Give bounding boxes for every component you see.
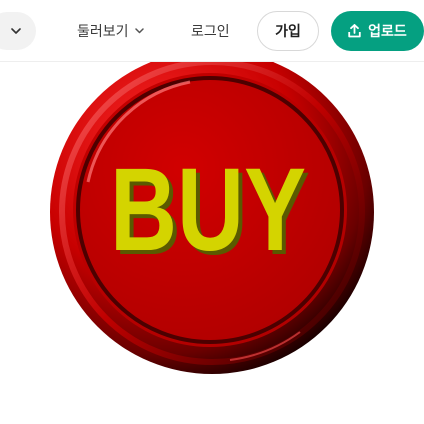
join-button[interactable]: 가입 bbox=[257, 11, 319, 51]
login-link[interactable]: 로그인 bbox=[191, 20, 230, 42]
login-label: 로그인 bbox=[191, 24, 230, 40]
upload-icon bbox=[348, 24, 361, 38]
upload-label: 업로드 bbox=[368, 24, 407, 40]
explore-label: 둘러보기 bbox=[77, 24, 129, 40]
explore-menu[interactable]: 둘러보기 bbox=[77, 20, 144, 42]
join-label: 가입 bbox=[275, 24, 301, 40]
image-preview: BUY BUY bbox=[0, 62, 424, 424]
chevron-down-icon bbox=[11, 28, 21, 34]
chevron-down-icon bbox=[134, 28, 144, 34]
buy-text: BUY bbox=[110, 144, 306, 276]
top-navigation-bar: 둘러보기 로그인 가입 업로드 bbox=[0, 0, 424, 62]
upload-button[interactable]: 업로드 bbox=[331, 11, 424, 51]
menu-dropdown-button[interactable] bbox=[0, 12, 36, 50]
buy-button-image: BUY BUY bbox=[50, 62, 374, 374]
